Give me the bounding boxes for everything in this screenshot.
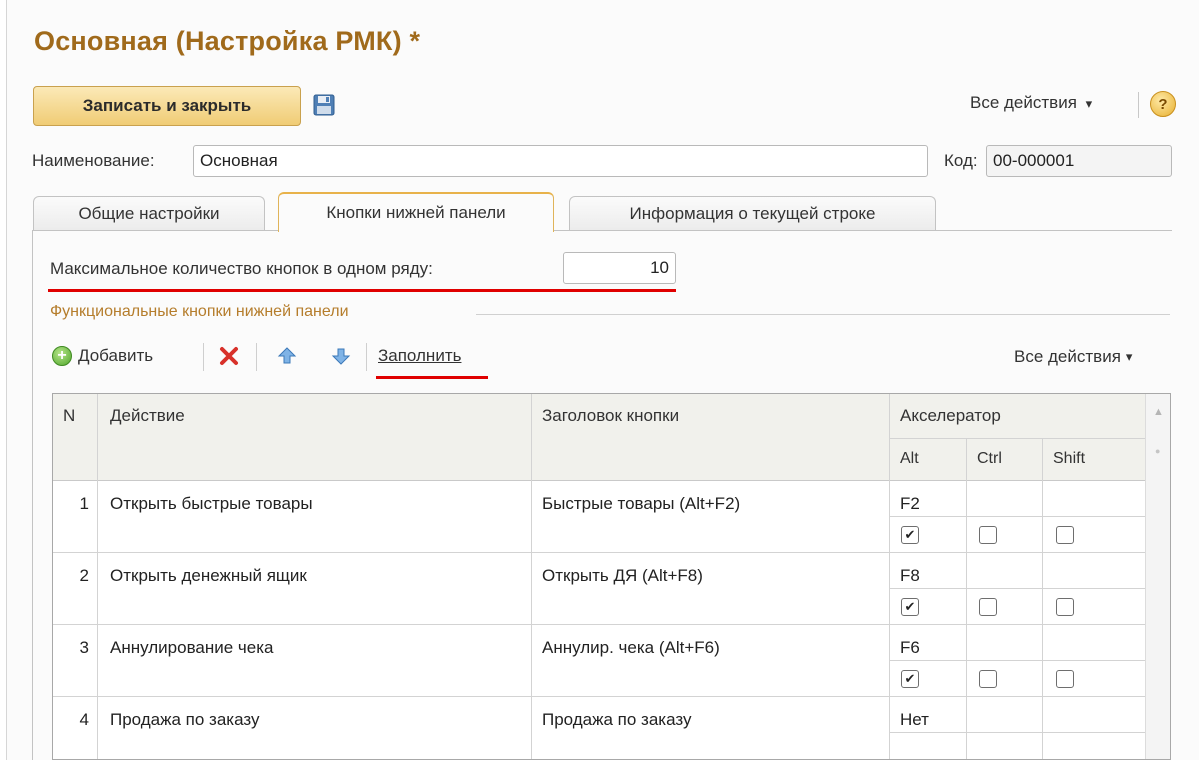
name-field[interactable]: Основная (193, 145, 928, 177)
row-action[interactable]: Продажа по заказу (110, 710, 260, 730)
key-divider (889, 588, 1145, 589)
row-key[interactable]: F6 (900, 638, 920, 658)
code-label: Код: (944, 151, 978, 170)
row-number: 2 (79, 566, 89, 585)
tab-bottom-panel-buttons[interactable]: Кнопки нижней панели (278, 192, 554, 232)
chevron-down-icon: ▾ (1125, 349, 1133, 364)
table-all-actions-menu[interactable]: Все действия ▾ (1014, 347, 1132, 367)
header-shift[interactable]: Shift (1053, 450, 1085, 468)
column-divider (966, 438, 967, 759)
annotation-underline-max-buttons (48, 289, 676, 292)
row-key[interactable]: Нет (900, 710, 929, 730)
shift-checkbox[interactable] (1056, 526, 1074, 544)
fill-button[interactable]: Заполнить (378, 346, 461, 366)
all-actions-label: Все действия (1014, 347, 1121, 366)
max-buttons-label: Максимальное количество кнопок в одном р… (50, 259, 433, 278)
tab-label: Информация о текущей строке (629, 203, 876, 223)
row-number: 1 (79, 494, 89, 513)
row-number: 3 (79, 638, 89, 657)
ctrl-checkbox[interactable] (979, 598, 997, 616)
header-n[interactable]: N (63, 406, 75, 426)
max-buttons-field[interactable]: 10 (563, 252, 676, 284)
toolbar-divider (1138, 92, 1139, 118)
row-action[interactable]: Открыть быстрые товары (110, 494, 313, 514)
all-actions-menu[interactable]: Все действия ▾ (970, 93, 1092, 113)
key-divider (889, 732, 1145, 733)
chevron-down-icon: ▾ (1085, 96, 1093, 111)
key-divider (889, 516, 1145, 517)
column-divider (531, 394, 532, 759)
row-number: 4 (79, 710, 89, 729)
add-button[interactable]: + Добавить (52, 346, 153, 366)
row-action[interactable]: Открыть денежный ящик (110, 566, 307, 586)
alt-checkbox[interactable]: ✔ (901, 526, 919, 544)
code-field[interactable]: 00-000001 (986, 145, 1172, 177)
header-divider (889, 438, 1145, 439)
header-ctrl[interactable]: Ctrl (977, 450, 1002, 468)
tab-general-settings[interactable]: Общие настройки (33, 196, 265, 230)
help-icon[interactable]: ? (1150, 91, 1176, 117)
key-divider (889, 660, 1145, 661)
annotation-underline-fill (376, 376, 488, 379)
header-action[interactable]: Действие (110, 406, 185, 426)
delete-button[interactable] (219, 346, 239, 366)
header-caption[interactable]: Заголовок кнопки (542, 406, 679, 426)
shift-checkbox[interactable] (1056, 598, 1074, 616)
save-icon[interactable] (312, 93, 336, 117)
group-title: Функциональные кнопки нижней панели (50, 303, 349, 320)
row-divider (53, 696, 1145, 697)
toolbar-separator (256, 343, 257, 371)
row-divider (53, 624, 1145, 625)
shift-checkbox[interactable] (1056, 670, 1074, 688)
toolbar-separator (203, 343, 204, 371)
fill-label: Заполнить (378, 346, 462, 365)
toolbar-separator (366, 343, 367, 371)
move-up-button[interactable] (277, 346, 297, 366)
row-key[interactable]: F2 (900, 494, 920, 514)
vertical-scrollbar[interactable]: ▲ ● (1145, 394, 1170, 759)
group-divider (476, 314, 1170, 315)
alt-checkbox[interactable]: ✔ (901, 598, 919, 616)
move-down-icon (331, 348, 351, 365)
delete-icon (220, 347, 238, 365)
tab-label: Общие настройки (78, 203, 220, 223)
row-caption[interactable]: Аннулир. чека (Alt+F6) (542, 638, 720, 658)
form-title: Основная (Настройка РМК) * (34, 26, 421, 56)
row-action[interactable]: Аннулирование чека (110, 638, 274, 658)
ctrl-checkbox[interactable] (979, 670, 997, 688)
scroll-thumb-icon[interactable]: ● (1155, 446, 1160, 456)
column-divider (889, 394, 890, 759)
all-actions-label: Все действия (970, 93, 1077, 112)
row-caption[interactable]: Быстрые товары (Alt+F2) (542, 494, 740, 514)
tab-strip-border (32, 230, 1172, 231)
header-accelerator[interactable]: Акселератор (900, 406, 1001, 426)
scroll-up-icon[interactable]: ▲ (1153, 406, 1164, 418)
add-label: Добавить (78, 346, 154, 365)
add-icon: + (52, 346, 72, 366)
row-key[interactable]: F8 (900, 566, 920, 586)
row-caption[interactable]: Продажа по заказу (542, 710, 692, 730)
ctrl-checkbox[interactable] (979, 526, 997, 544)
row-divider (53, 552, 1145, 553)
column-divider (1042, 438, 1043, 759)
header-alt[interactable]: Alt (900, 450, 919, 468)
tab-current-row-info[interactable]: Информация о текущей строке (569, 196, 936, 230)
name-label: Наименование: (32, 151, 155, 170)
save-and-close-button[interactable]: Записать и закрыть (33, 86, 301, 126)
tab-label: Кнопки нижней панели (326, 203, 506, 222)
column-divider (97, 394, 98, 759)
move-down-button[interactable] (331, 346, 351, 366)
move-up-icon (277, 347, 297, 364)
panel-border (32, 230, 33, 760)
alt-checkbox[interactable]: ✔ (901, 670, 919, 688)
row-caption[interactable]: Открыть ДЯ (Alt+F8) (542, 566, 703, 586)
buttons-table[interactable]: N Действие Заголовок кнопки Акселератор … (52, 393, 1171, 760)
